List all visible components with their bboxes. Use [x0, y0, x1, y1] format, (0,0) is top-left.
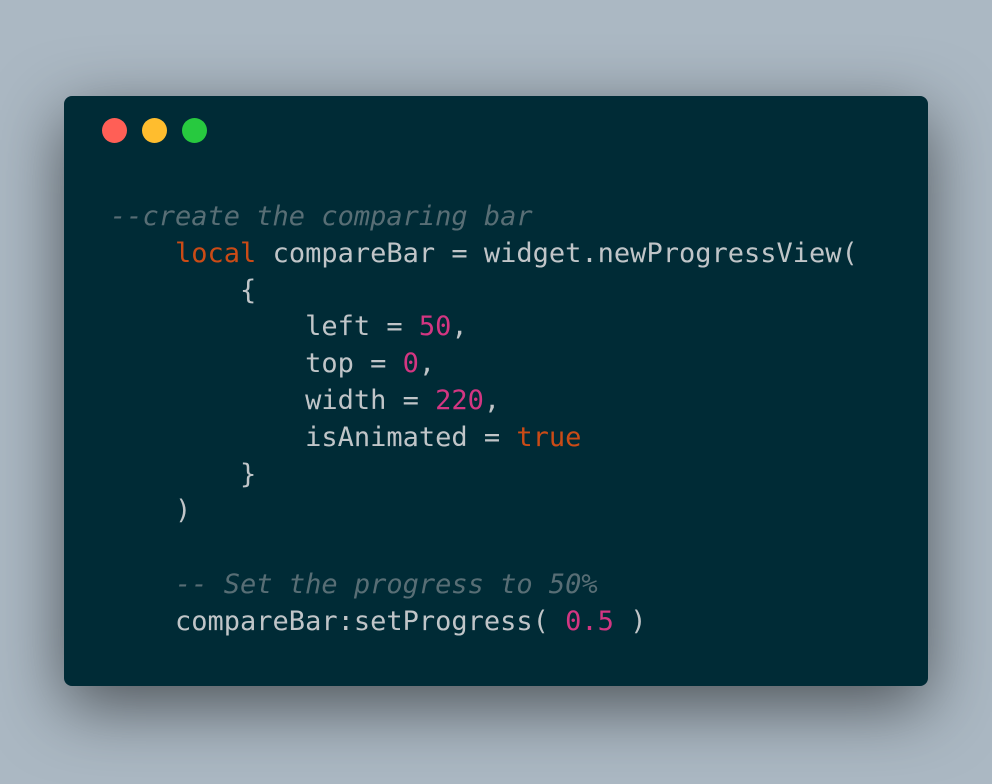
code-line: left = 50, — [110, 309, 858, 346]
code-token-plain: left = — [110, 311, 419, 343]
code-token-plain: { — [110, 274, 257, 306]
code-token-number: 220 — [435, 384, 484, 416]
minimize-dot[interactable] — [142, 118, 167, 143]
code-token-comment: --create the comparing bar — [110, 201, 533, 232]
code-line: compareBar:setProgress( 0.5 ) — [110, 604, 858, 641]
code-line: local compareBar = widget.newProgressVie… — [110, 236, 858, 273]
code-token-plain: compareBar = widget.newProgressView( — [256, 237, 858, 269]
code-token-keyword: local — [175, 237, 257, 269]
code-block: --create the comparing bar local compare… — [110, 199, 858, 641]
window-controls — [102, 118, 207, 143]
code-token-plain: width = — [110, 384, 436, 416]
code-line: isAnimated = true — [110, 420, 858, 457]
code-token-plain: isAnimated = — [110, 421, 517, 453]
code-token-plain: } — [110, 458, 257, 490]
code-token-plain: top = — [110, 348, 403, 380]
maximize-dot[interactable] — [182, 118, 207, 143]
code-token-number: 0 — [402, 348, 419, 380]
code-line: -- Set the progress to 50% — [110, 567, 858, 604]
code-window: --create the comparing bar local compare… — [64, 96, 928, 686]
code-line: { — [110, 273, 858, 310]
code-line: } — [110, 457, 858, 494]
code-token-plain: , — [418, 348, 436, 380]
code-line: --create the comparing bar — [110, 199, 858, 236]
code-line: ) — [110, 493, 858, 530]
code-token-number: 0.5 — [565, 605, 614, 637]
code-token-plain: compareBar:setProgress( — [110, 605, 566, 637]
code-token-keyword: true — [516, 421, 582, 453]
code-token-plain: , — [483, 384, 501, 416]
code-token-number: 50 — [418, 311, 452, 343]
code-line: width = 220, — [110, 383, 858, 420]
code-token-plain: , — [451, 311, 468, 343]
code-token-comment: -- Set the progress to 50% — [175, 568, 598, 600]
code-token-plain: ) — [613, 605, 647, 637]
code-line: top = 0, — [110, 346, 858, 383]
close-dot[interactable] — [102, 118, 127, 143]
code-token-plain: ) — [110, 495, 192, 527]
